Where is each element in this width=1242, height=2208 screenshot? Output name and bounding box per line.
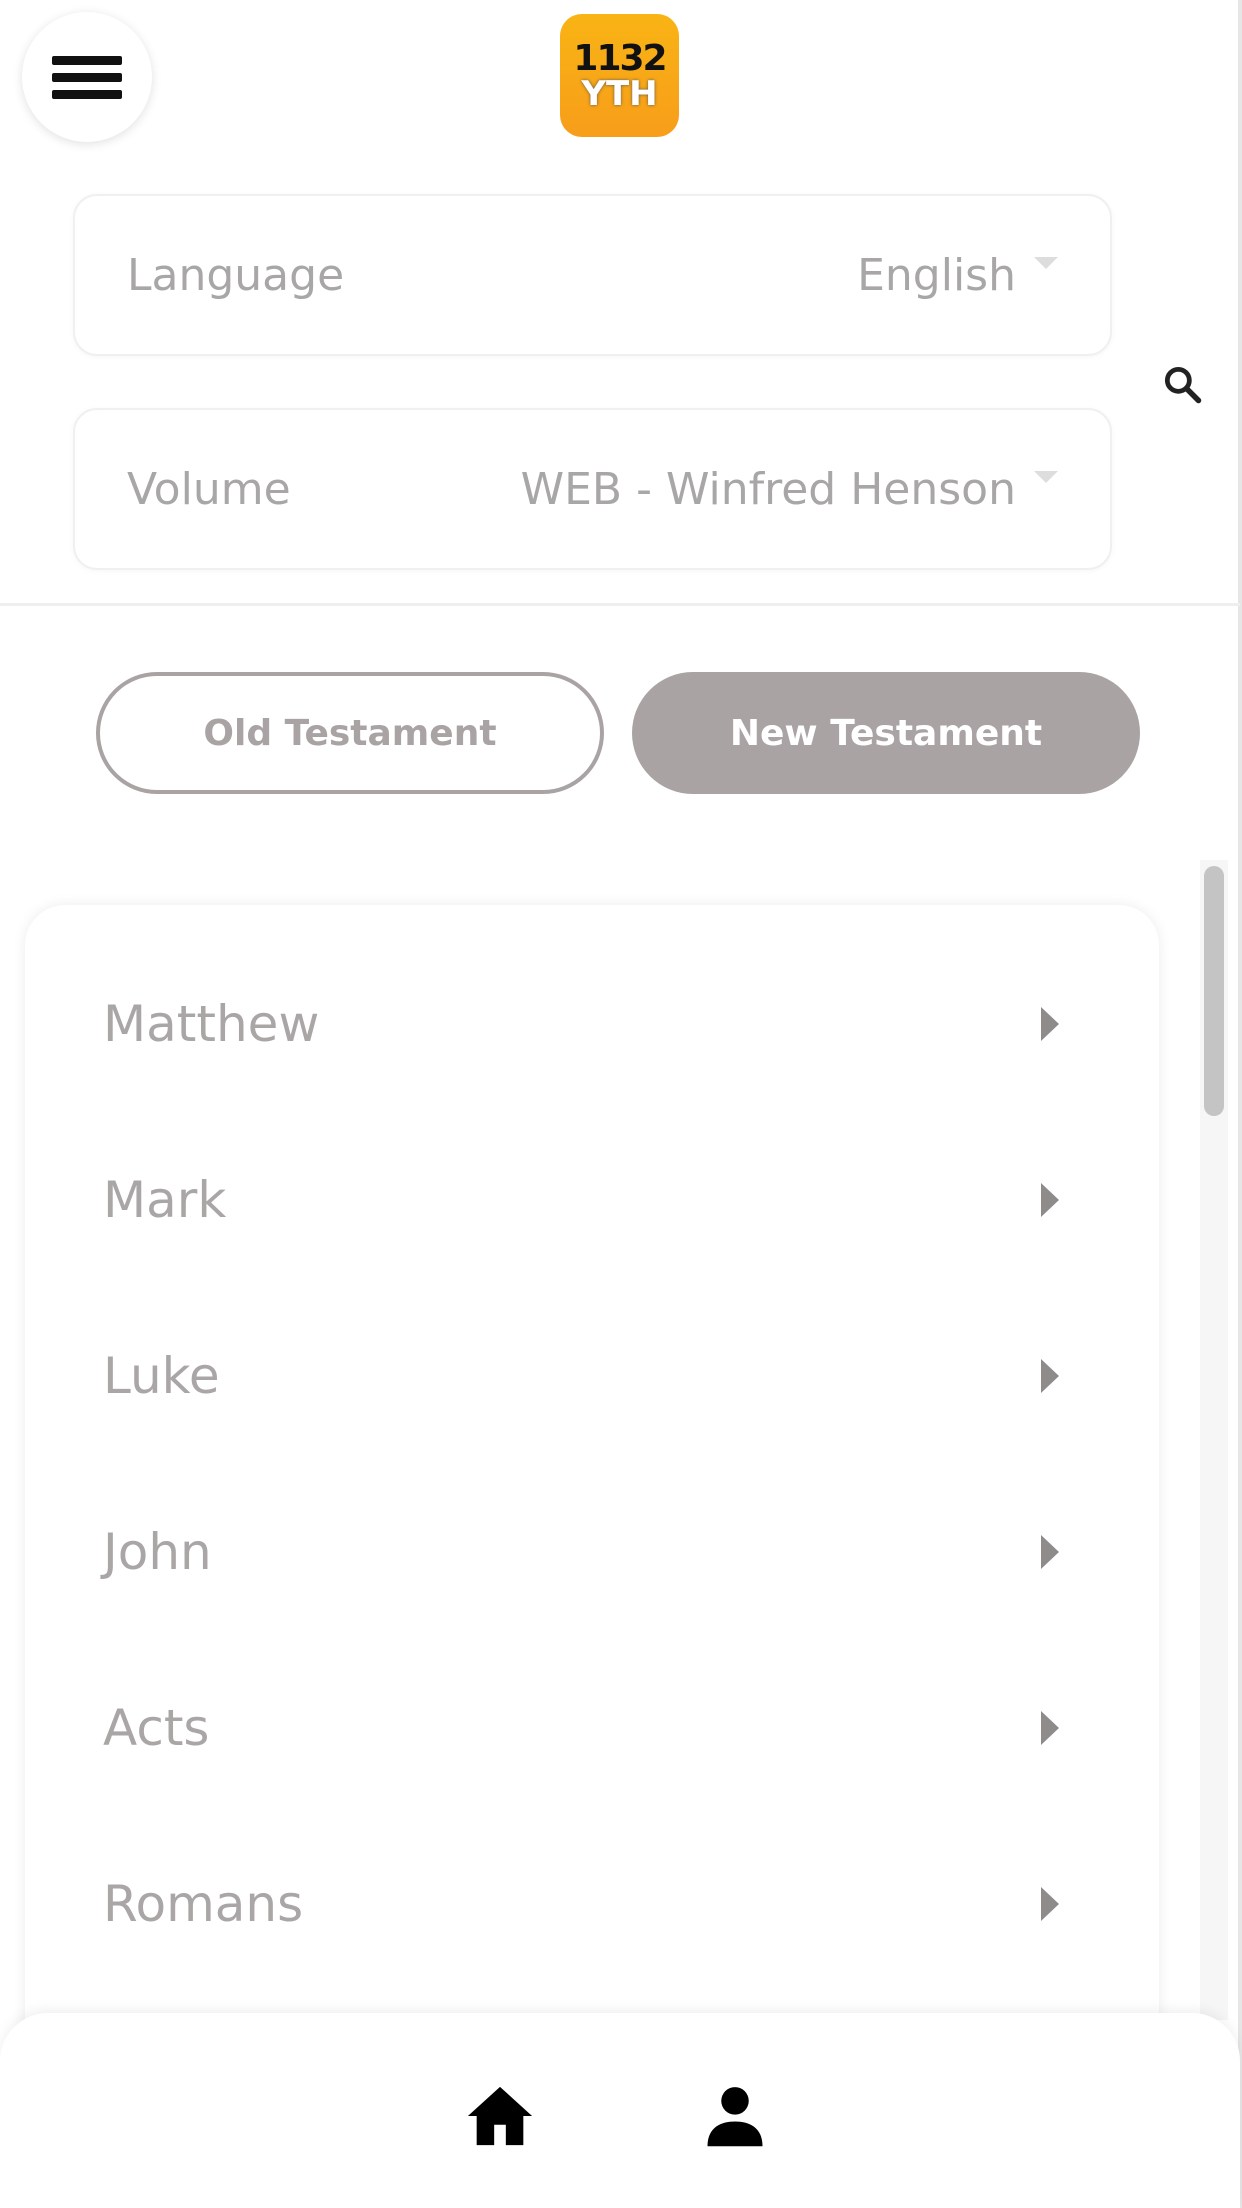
book-item-mark[interactable]: Mark <box>103 1140 1059 1260</box>
language-select[interactable]: Language English <box>73 194 1112 356</box>
person-icon[interactable] <box>702 2083 768 2149</box>
book-item-john[interactable]: John <box>103 1492 1059 1612</box>
book-item-romans[interactable]: Romans <box>103 1844 1059 1964</box>
book-name: Matthew <box>103 995 320 1053</box>
chevron-right-icon <box>1041 1887 1059 1921</box>
language-label: Language <box>127 249 345 301</box>
search-icon[interactable] <box>1160 362 1204 406</box>
chevron-right-icon <box>1041 1183 1059 1217</box>
book-list: Matthew Mark Luke John Acts Romans <box>25 905 1159 2105</box>
volume-select[interactable]: Volume WEB - Winfred Henson <box>73 408 1112 570</box>
book-name: Acts <box>103 1699 210 1757</box>
caret-down-icon <box>1034 257 1058 269</box>
hamburger-icon <box>52 48 122 107</box>
new-testament-button[interactable]: New Testament <box>632 672 1140 794</box>
old-testament-button[interactable]: Old Testament <box>96 672 604 794</box>
home-icon[interactable] <box>465 2083 535 2149</box>
app-logo: 1132 YTH <box>560 14 679 137</box>
book-item-luke[interactable]: Luke <box>103 1316 1059 1436</box>
bottom-nav <box>0 2013 1240 2208</box>
book-name: Luke <box>103 1347 220 1405</box>
scrollbar-thumb[interactable] <box>1204 866 1224 1116</box>
divider <box>0 603 1240 606</box>
book-item-matthew[interactable]: Matthew <box>103 964 1059 1084</box>
book-name: Mark <box>103 1171 227 1229</box>
volume-label: Volume <box>127 463 291 515</box>
logo-line1: 1132 <box>573 37 667 79</box>
book-name: John <box>103 1523 212 1581</box>
window-edge <box>1238 0 1242 2208</box>
chevron-right-icon <box>1041 1711 1059 1745</box>
book-name: Romans <box>103 1875 304 1933</box>
caret-down-icon <box>1034 471 1058 483</box>
chevron-right-icon <box>1041 1007 1059 1041</box>
chevron-right-icon <box>1041 1535 1059 1569</box>
language-value: English <box>857 249 1016 301</box>
logo-line2: YTH <box>581 73 658 114</box>
volume-value: WEB - Winfred Henson <box>520 463 1016 515</box>
menu-button[interactable] <box>22 12 152 142</box>
chevron-right-icon <box>1041 1359 1059 1393</box>
book-item-acts[interactable]: Acts <box>103 1668 1059 1788</box>
